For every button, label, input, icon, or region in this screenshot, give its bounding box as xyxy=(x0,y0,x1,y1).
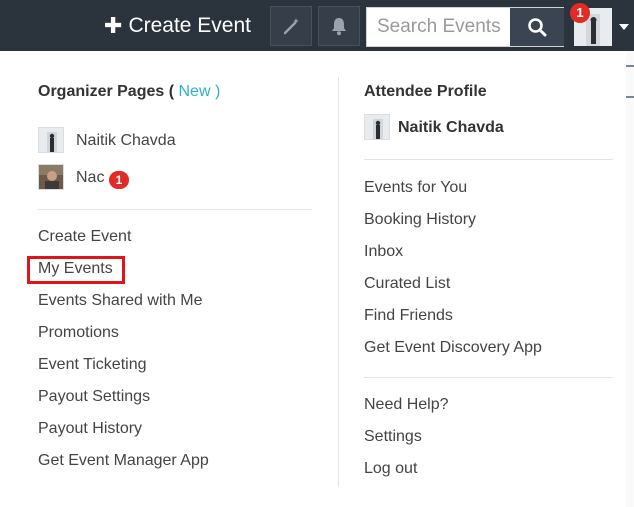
events-for-you-link[interactable]: Events for You xyxy=(364,179,467,197)
page-scroll-edge xyxy=(626,51,634,507)
my-events-highlight xyxy=(27,256,125,284)
attendee-profile-heading: Attendee Profile xyxy=(364,83,487,100)
get-event-manager-app-link[interactable]: Get Event Manager App xyxy=(38,452,209,470)
new-organizer-page-link[interactable]: New xyxy=(179,83,211,100)
column-divider xyxy=(338,77,339,487)
event-ticketing-link[interactable]: Event Ticketing xyxy=(38,356,147,374)
booking-history-link[interactable]: Booking History xyxy=(364,211,476,229)
find-friends-link[interactable]: Find Friends xyxy=(364,307,453,325)
bell-icon xyxy=(332,18,346,36)
payout-settings-link[interactable]: Payout Settings xyxy=(38,388,150,406)
log-out-link[interactable]: Log out xyxy=(364,460,417,478)
create-event-button[interactable]: ✚ Create Event xyxy=(104,13,251,39)
create-event-link[interactable]: Create Event xyxy=(38,228,131,246)
organizer-page-nac[interactable]: Nac xyxy=(76,169,104,187)
top-navbar: ✚ Create Event 1 xyxy=(0,0,634,51)
search-button[interactable] xyxy=(510,8,564,46)
events-shared-with-me-link[interactable]: Events Shared with Me xyxy=(38,292,203,310)
search-icon xyxy=(528,18,547,37)
divider xyxy=(364,377,613,378)
plus-icon: ✚ xyxy=(104,13,123,38)
organizer-page-thumbnail xyxy=(38,164,64,190)
divider xyxy=(626,65,634,67)
notifications-button[interactable] xyxy=(318,6,360,46)
divider xyxy=(364,159,613,160)
search-input[interactable] xyxy=(367,8,509,46)
attendee-profile-name[interactable]: Naitik Chavda xyxy=(398,119,504,137)
divider xyxy=(626,96,634,98)
caret-down-icon[interactable] xyxy=(619,24,629,30)
organizer-pages-heading: Organizer Pages ( New ) xyxy=(38,83,221,100)
create-event-label: Create Event xyxy=(128,14,252,37)
organizer-page-badge: 1 xyxy=(109,171,129,189)
attendee-profile-thumbnail xyxy=(364,114,390,140)
inbox-link[interactable]: Inbox xyxy=(364,243,403,261)
divider xyxy=(38,209,312,210)
search-box xyxy=(366,7,564,47)
promotions-link[interactable]: Promotions xyxy=(38,324,119,342)
settings-link[interactable]: Settings xyxy=(364,428,422,446)
organizer-page-thumbnail xyxy=(38,127,64,153)
curated-list-link[interactable]: Curated List xyxy=(364,275,450,293)
magic-wand-button[interactable] xyxy=(270,6,312,46)
need-help-link[interactable]: Need Help? xyxy=(364,396,449,414)
get-event-discovery-app-link[interactable]: Get Event Discovery App xyxy=(364,339,542,357)
magic-wand-icon xyxy=(283,18,299,35)
notification-badge: 1 xyxy=(570,3,590,23)
payout-history-link[interactable]: Payout History xyxy=(38,420,142,438)
organizer-page-naitik-chavda[interactable]: Naitik Chavda xyxy=(76,132,176,150)
